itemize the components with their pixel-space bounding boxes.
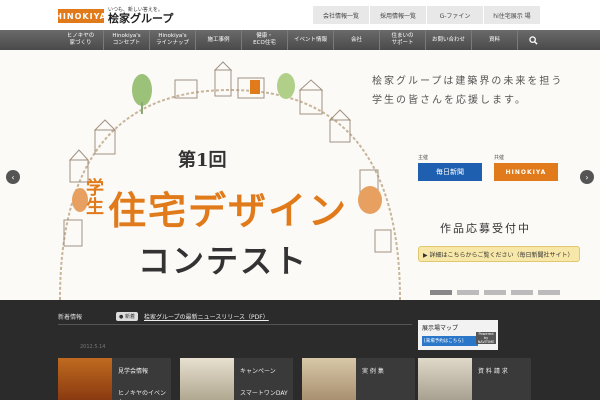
news-badge: ● 新着 bbox=[116, 311, 138, 321]
nav-item-1[interactable]: ヒノキヤの 家づくり bbox=[58, 30, 104, 50]
card-examples-label: 実 例 集 bbox=[362, 368, 384, 375]
header: HINOKIYA いつも、新しい答えを。 桧家グループ 会社情報一覧 採用情報一… bbox=[0, 0, 600, 30]
top-link-recruit[interactable]: 採用情報一覧 bbox=[369, 6, 426, 24]
card-catalog-label: 資 料 請 求 bbox=[478, 368, 508, 375]
top-links: 会社情報一覧 採用情報一覧 G-ファイン hi住宅展示 場 bbox=[312, 6, 540, 24]
news-link[interactable]: 桧家グループの最新ニュースリリース（PDF） bbox=[144, 312, 269, 321]
slide-dot-3[interactable] bbox=[484, 290, 506, 295]
nav-item-5[interactable]: 健康・ ECO住宅 bbox=[242, 30, 288, 50]
hero-slider[interactable]: ‹ › 桧家グループは建築界の未来を担う 学生の皆さんを応援します。 主催 毎日… bbox=[0, 50, 600, 300]
contest-number: 第1回 bbox=[178, 150, 227, 171]
nav-item-2[interactable]: Hinokiya's コンセプト bbox=[104, 30, 150, 50]
main-nav: ヒノキヤの 家づくり Hinokiya's コンセプト Hinokiya's ラ… bbox=[0, 30, 600, 50]
cosponsor-label: 共催 bbox=[494, 155, 505, 161]
logo-mark: HINOKIYA bbox=[55, 9, 106, 23]
slide-dot-4[interactable] bbox=[511, 290, 533, 295]
logo[interactable]: HINOKIYA いつも、新しい答えを。 桧家グループ bbox=[55, 8, 208, 25]
search-icon[interactable] bbox=[518, 30, 548, 50]
hero-slogan: 桧家グループは建築界の未来を担う 学生の皆さんを応援します。 bbox=[372, 72, 572, 110]
map-title: 展示場マップ bbox=[422, 325, 459, 332]
nav-item-6[interactable]: イベント情報 bbox=[288, 30, 334, 50]
news-label: 新着情報 bbox=[58, 313, 83, 321]
slogan-line-1: 桧家グループは建築界の未来を担う bbox=[372, 76, 564, 87]
slide-dots bbox=[430, 290, 565, 295]
contest-prefix: 学生 bbox=[86, 178, 104, 218]
card-catalog-image bbox=[418, 358, 472, 400]
map-reserve-link[interactable]: [来場予約はこちら] bbox=[422, 336, 478, 346]
contest-title-1: 住宅デザイン bbox=[108, 189, 349, 233]
nav-item-8[interactable]: 住まいの サポート bbox=[380, 30, 426, 50]
nav-item-9[interactable]: お問い合わせ bbox=[426, 30, 472, 50]
card-tour-label: 見学会情報 bbox=[118, 368, 149, 375]
accept-text: 作品応募受付中 bbox=[440, 222, 531, 235]
slide-dot-1[interactable] bbox=[430, 290, 452, 295]
detail-button[interactable]: ▶ 詳細はこちらからご覧ください（毎日新聞社サイト） bbox=[418, 246, 580, 262]
card-campaign-label: キャンペーン bbox=[240, 368, 276, 375]
card-tour-image bbox=[58, 358, 112, 400]
sponsor-label: 主催 bbox=[418, 155, 429, 161]
sponsor-hinokiya: 共催 HINOKIYA bbox=[494, 154, 558, 181]
next-arrow-icon[interactable]: › bbox=[580, 170, 594, 184]
nav-item-3[interactable]: Hinokiya's ラインナップ bbox=[150, 30, 196, 50]
nav-item-7[interactable]: 会社 bbox=[334, 30, 380, 50]
sponsor-area: 主催 毎日新聞 共催 HINOKIYA bbox=[418, 154, 570, 181]
prev-arrow-icon[interactable]: ‹ bbox=[6, 170, 20, 184]
slide-dot-2[interactable] bbox=[457, 290, 479, 295]
news-divider bbox=[58, 324, 412, 325]
slogan-line-2: 学生の皆さんを応援します。 bbox=[372, 95, 527, 106]
logo-name: 桧家グループ bbox=[108, 12, 174, 25]
navitime-badge: Powered by NAVITIME bbox=[476, 332, 496, 344]
nav-item-4[interactable]: 施工事例 bbox=[196, 30, 242, 50]
card-tour[interactable]: 見学会情報 ヒノキヤのイベント bbox=[58, 358, 171, 400]
bottom-section: 新着情報 ● 新着 桧家グループの最新ニュースリリース（PDF） 2012.5.… bbox=[0, 300, 600, 400]
hinokiya-logo: HINOKIYA bbox=[494, 163, 558, 181]
logo-text: いつも、新しい答えを。 桧家グループ bbox=[108, 8, 174, 25]
card-tour-sub: ヒノキヤのイベント bbox=[118, 390, 167, 400]
card-campaign-image bbox=[180, 358, 234, 400]
news-bar: 新着情報 ● 新着 桧家グループの最新ニュースリリース（PDF） bbox=[58, 310, 412, 322]
mainichi-logo: 毎日新聞 bbox=[418, 163, 482, 181]
page: HINOKIYA いつも、新しい答えを。 桧家グループ 会社情報一覧 採用情報一… bbox=[0, 0, 600, 400]
card-catalog[interactable]: 資 料 請 求 bbox=[418, 358, 531, 400]
card-examples-image bbox=[302, 358, 356, 400]
search-icon-svg bbox=[528, 35, 538, 45]
card-campaign[interactable]: キャンペーン スマートワンDAY bbox=[180, 358, 293, 400]
news-date: 2012.5.14 bbox=[80, 344, 106, 350]
card-examples[interactable]: 実 例 集 bbox=[302, 358, 415, 400]
contest-title-2: コンテスト bbox=[138, 242, 309, 280]
top-link-gfine[interactable]: G-ファイン bbox=[426, 6, 483, 24]
top-link-showroom[interactable]: hi住宅展示 場 bbox=[483, 6, 540, 24]
sponsor-mainichi: 主催 毎日新聞 bbox=[418, 154, 482, 181]
nav-item-10[interactable]: 資料 bbox=[472, 30, 518, 50]
card-campaign-sub: スマートワンDAY bbox=[240, 390, 288, 397]
top-link-company[interactable]: 会社情報一覧 bbox=[312, 6, 369, 24]
showroom-map[interactable]: 展示場マップ [来場予約はこちら] Powered by NAVITIME bbox=[418, 320, 498, 350]
slide-dot-5[interactable] bbox=[538, 290, 560, 295]
